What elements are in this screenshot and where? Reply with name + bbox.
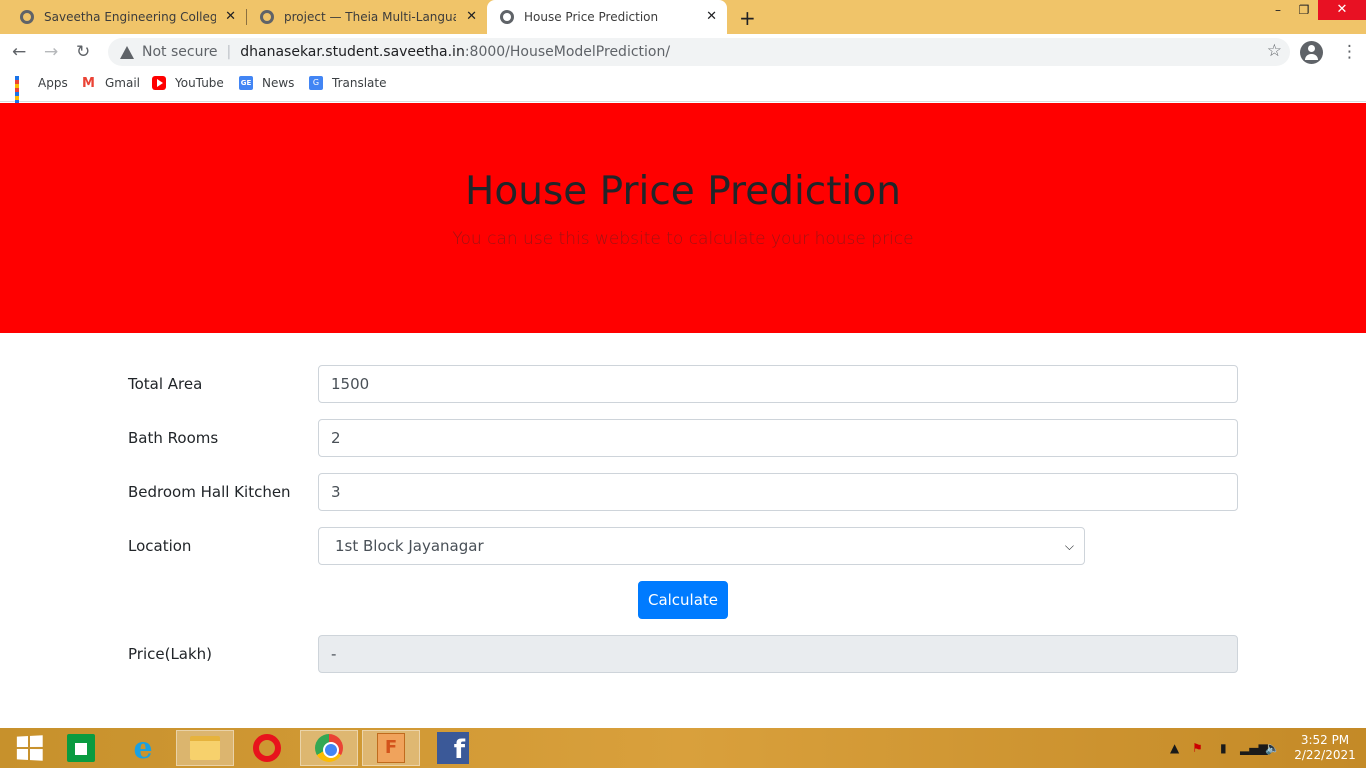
taskbar-store[interactable] xyxy=(52,730,110,766)
bookmark-label: News xyxy=(262,76,295,90)
window-close-button[interactable]: ✕ xyxy=(1318,0,1366,20)
globe-icon xyxy=(500,10,514,24)
news-icon: GE xyxy=(239,76,253,90)
close-tab-icon[interactable]: ✕ xyxy=(706,9,717,24)
battery-icon[interactable]: ▮ xyxy=(1220,741,1227,755)
total-area-label: Total Area xyxy=(128,375,203,393)
network-signal-icon[interactable]: ▂▄▆ xyxy=(1240,741,1268,755)
tab-strip: Saveetha Engineering College ✕ project —… xyxy=(0,0,1366,34)
bookmark-translate[interactable]: G Translate xyxy=(309,76,387,90)
globe-icon xyxy=(20,10,34,24)
bookmark-youtube[interactable]: YouTube xyxy=(152,76,224,90)
bookmark-star-icon[interactable]: ☆ xyxy=(1267,41,1282,61)
taskbar-internet-explorer[interactable]: e xyxy=(114,730,172,766)
url-path: :8000/HouseModelPrediction/ xyxy=(464,44,671,60)
windows-taskbar: e F f ▲ ⚑ ▮ ▂▄▆ 🔈 3:52 PM 2/22/2021 xyxy=(0,728,1366,768)
security-label[interactable]: Not secure xyxy=(142,44,218,60)
clock-date: 2/22/2021 xyxy=(1294,748,1356,762)
store-icon xyxy=(67,734,95,762)
apps-icon xyxy=(15,76,29,112)
gmail-icon: M xyxy=(82,76,95,91)
address-bar[interactable]: Not secure | dhanasekar.student.saveetha… xyxy=(108,38,1290,66)
tab-theia[interactable]: project — Theia Multi-Language ✕ xyxy=(247,0,487,34)
opera-icon xyxy=(253,734,281,762)
bhk-input[interactable]: 3 xyxy=(318,473,1238,511)
close-tab-icon[interactable]: ✕ xyxy=(225,9,236,24)
browser-toolbar: ← → ↻ Not secure | dhanasekar.student.sa… xyxy=(0,34,1366,70)
location-selected-value: 1st Block Jayanagar xyxy=(335,537,484,555)
facebook-icon: f xyxy=(437,732,469,765)
warning-icon[interactable] xyxy=(120,45,134,59)
tab-title: project — Theia Multi-Language xyxy=(284,10,456,24)
tab-saveetha[interactable]: Saveetha Engineering College ✕ xyxy=(0,0,246,34)
total-area-input[interactable]: 1500 xyxy=(318,365,1238,403)
minimize-button[interactable]: – xyxy=(1266,0,1290,20)
bookmark-apps[interactable]: Apps xyxy=(15,76,68,112)
bath-rooms-label: Bath Rooms xyxy=(128,429,219,447)
system-clock[interactable]: 3:52 PM 2/22/2021 xyxy=(1290,733,1360,763)
bookmark-news[interactable]: GE News xyxy=(239,76,294,90)
url-host: dhanasekar.student.saveetha.in xyxy=(240,44,465,60)
location-select[interactable]: 1st Block Jayanagar ⌵ xyxy=(318,527,1085,565)
start-icon xyxy=(16,735,43,761)
taskbar-app-f[interactable]: F xyxy=(362,730,420,766)
clock-time: 3:52 PM xyxy=(1300,733,1350,747)
location-label: Location xyxy=(128,537,192,555)
page-subtitle: You can use this website to calculate yo… xyxy=(452,229,914,249)
bhk-label: Bedroom Hall Kitchen xyxy=(128,483,291,501)
bookmark-label: Apps xyxy=(38,76,68,90)
forward-button[interactable]: → xyxy=(44,42,58,62)
tab-title: Saveetha Engineering College xyxy=(44,10,216,24)
price-label: Price(Lakh) xyxy=(128,645,213,663)
tab-title: House Price Prediction xyxy=(524,10,659,24)
bookmark-gmail[interactable]: M Gmail xyxy=(82,76,141,91)
volume-icon[interactable]: 🔈 xyxy=(1265,741,1280,755)
file-explorer-icon xyxy=(190,736,220,760)
bookmark-label: YouTube xyxy=(175,76,224,90)
globe-icon xyxy=(260,10,274,24)
calculate-button[interactable]: Calculate xyxy=(638,581,728,619)
maximize-button[interactable]: ❐ xyxy=(1292,0,1316,20)
taskbar-facebook[interactable]: f xyxy=(424,730,482,766)
tab-house-price[interactable]: House Price Prediction ✕ xyxy=(487,0,727,34)
new-tab-button[interactable]: + xyxy=(739,6,756,30)
taskbar-chrome[interactable] xyxy=(300,730,358,766)
bath-rooms-input[interactable]: 2 xyxy=(318,419,1238,457)
bookmark-label: Translate xyxy=(332,76,387,90)
action-center-flag-icon[interactable]: ⚑ xyxy=(1192,741,1203,755)
price-output: - xyxy=(318,635,1238,673)
bookmarks-bar: Apps M Gmail YouTube GE News G Translate xyxy=(0,70,1366,112)
taskbar-file-explorer[interactable] xyxy=(176,730,234,766)
profile-avatar-icon[interactable] xyxy=(1300,41,1323,64)
taskbar-opera[interactable] xyxy=(238,730,296,766)
youtube-icon xyxy=(152,76,166,90)
chrome-icon xyxy=(315,734,343,762)
reload-button[interactable]: ↻ xyxy=(76,42,90,62)
back-button[interactable]: ← xyxy=(12,42,26,62)
chevron-down-icon: ⌵ xyxy=(1064,539,1074,553)
show-hidden-icons-icon[interactable]: ▲ xyxy=(1170,741,1179,755)
translate-icon: G xyxy=(309,76,323,90)
app-f-icon: F xyxy=(377,733,405,763)
browser-menu-icon[interactable]: ⋮ xyxy=(1341,42,1358,62)
start-button[interactable] xyxy=(0,730,58,766)
close-tab-icon[interactable]: ✕ xyxy=(466,9,477,24)
page-title: House Price Prediction xyxy=(465,169,901,214)
internet-explorer-icon: e xyxy=(133,730,153,766)
url-separator: | xyxy=(226,44,232,60)
hero-banner: House Price Prediction You can use this … xyxy=(0,103,1366,333)
bookmark-label: Gmail xyxy=(105,76,141,90)
